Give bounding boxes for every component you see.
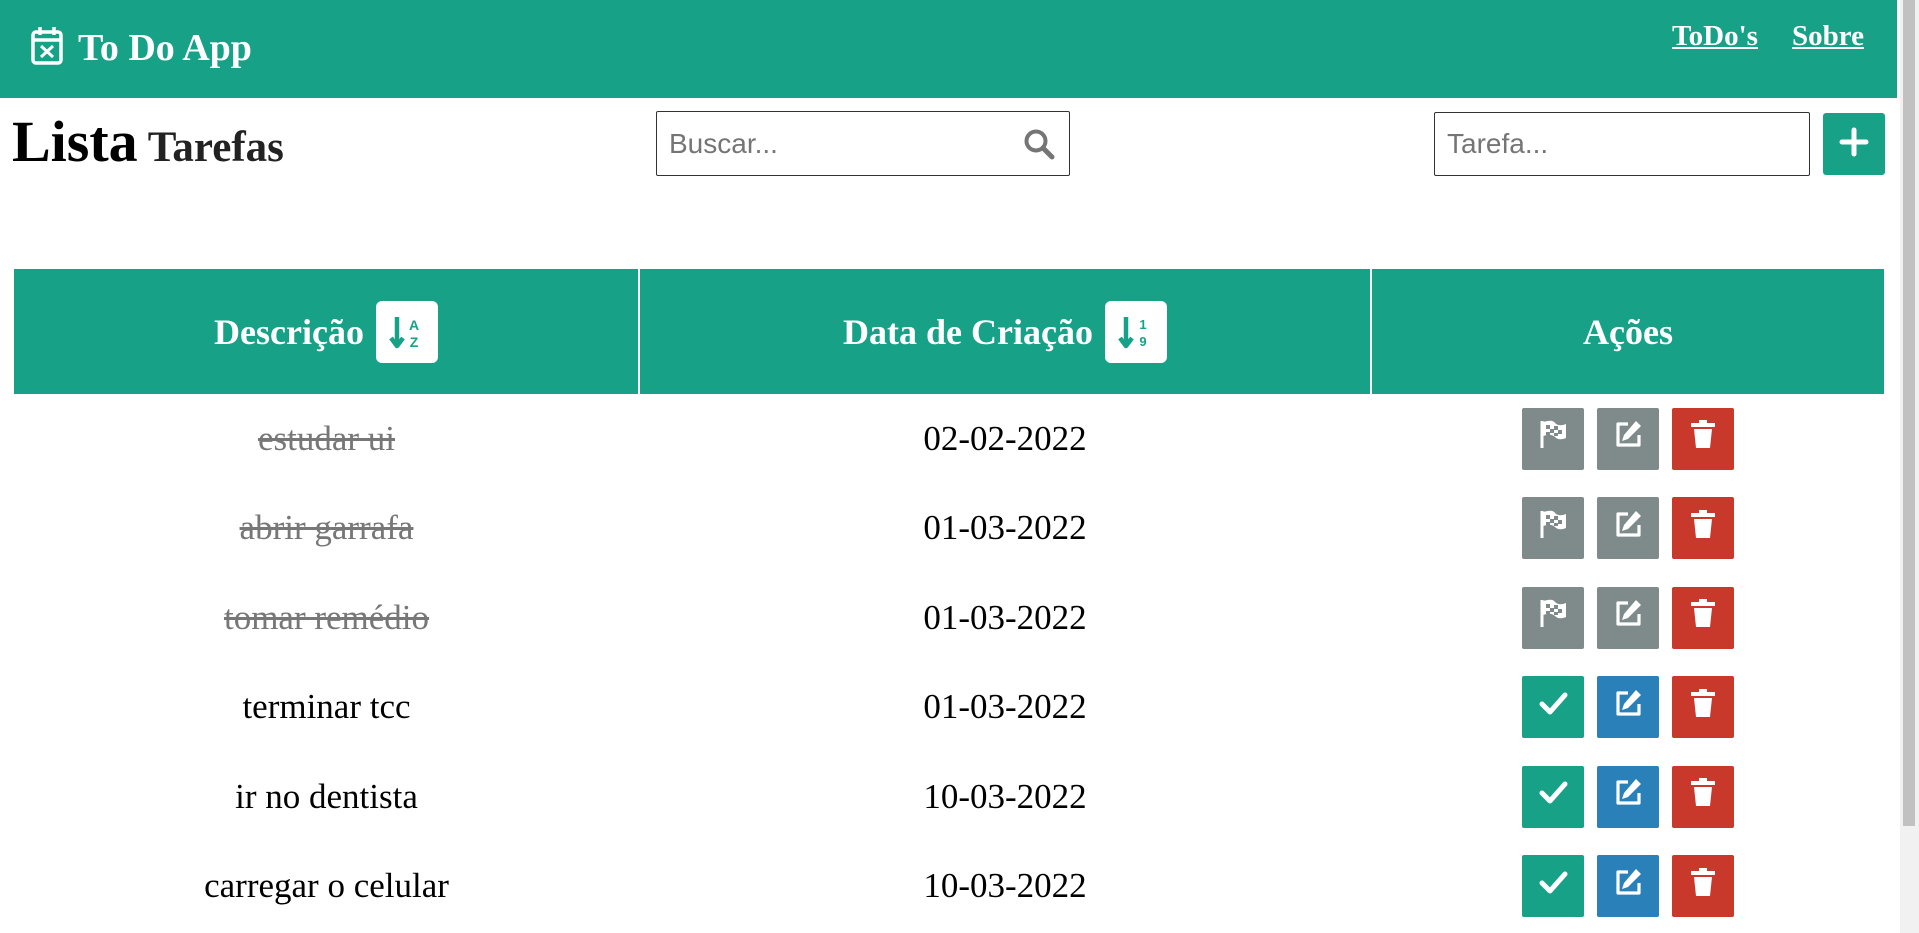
new-task-input[interactable] [1447, 113, 1777, 175]
delete-task-button[interactable] [1671, 497, 1734, 560]
table-row: estudar ui 02-02-2022 [14, 394, 1884, 484]
task-created-date: 01-03-2022 [923, 687, 1087, 727]
task-created-date: 01-03-2022 [923, 508, 1087, 548]
delete-task-button[interactable] [1671, 676, 1734, 739]
table-row: ir no dentista 10-03-2022 [14, 752, 1884, 842]
table-row: abrir garrafa 01-03-2022 [14, 484, 1884, 574]
sort-description-button[interactable]: A Z [375, 300, 438, 363]
table-row: terminar tcc 01-03-2022 [14, 663, 1884, 753]
task-description: abrir garrafa [239, 508, 414, 548]
page-title: Lista Tarefas [12, 108, 284, 175]
search-icon[interactable] [1023, 128, 1055, 165]
delete-task-button[interactable] [1671, 855, 1734, 918]
checkered-flag-icon [1537, 508, 1569, 549]
checkered-flag-icon [1537, 418, 1569, 459]
task-created-date: 01-03-2022 [923, 597, 1087, 637]
page-title-main: Lista [12, 109, 138, 174]
nav-link-todos[interactable]: ToDo's [1672, 20, 1758, 53]
reopen-task-button[interactable] [1521, 497, 1584, 560]
task-table: Descrição A Z Data de Criação 1 9 Ações … [14, 269, 1884, 931]
task-created-date: 10-03-2022 [923, 866, 1087, 906]
edit-icon [1612, 687, 1644, 728]
task-description: terminar tcc [242, 687, 411, 727]
task-table-body: estudar ui 02-02-2022 abrir garrafa 01-03-2… [14, 394, 1884, 931]
complete-task-button[interactable] [1521, 855, 1584, 918]
delete-task-button[interactable] [1671, 586, 1734, 649]
trash-icon [1687, 866, 1719, 907]
nav-link-sobre[interactable]: Sobre [1792, 20, 1864, 53]
scrollbar-thumb[interactable] [1903, 0, 1915, 826]
task-description: carregar o celular [204, 866, 449, 906]
column-header-actions: Ações [1370, 269, 1884, 394]
reopen-task-button[interactable] [1521, 407, 1584, 470]
check-icon [1537, 866, 1569, 907]
plus-icon [1839, 127, 1869, 162]
edit-icon [1612, 508, 1644, 549]
column-header-created: Data de Criação 1 9 [638, 269, 1371, 394]
column-label-description: Descrição [214, 311, 364, 352]
add-task-button[interactable] [1823, 113, 1885, 175]
sort-alpha-down-icon: A Z [389, 316, 419, 350]
svg-text:Z: Z [410, 334, 419, 350]
trash-icon [1687, 418, 1719, 459]
calendar-x-icon [30, 26, 64, 71]
task-actions [1371, 484, 1884, 574]
scrollbar[interactable] [1900, 0, 1919, 933]
task-created-date: 10-03-2022 [923, 776, 1087, 816]
sort-date-button[interactable]: 1 9 [1104, 300, 1167, 363]
reopen-task-button[interactable] [1521, 586, 1584, 649]
brand[interactable]: To Do App [30, 22, 252, 74]
delete-task-button[interactable] [1671, 407, 1734, 470]
svg-text:9: 9 [1139, 334, 1146, 349]
edit-task-button[interactable] [1596, 855, 1659, 918]
edit-task-button[interactable] [1596, 586, 1659, 649]
column-label-created: Data de Criação [843, 311, 1093, 352]
edit-task-button[interactable] [1596, 407, 1659, 470]
task-description: estudar ui [257, 418, 396, 458]
complete-task-button[interactable] [1521, 765, 1584, 828]
svg-text:A: A [409, 317, 419, 333]
trash-icon [1687, 776, 1719, 817]
table-header-row: Descrição A Z Data de Criação 1 9 Ações [14, 269, 1884, 394]
complete-task-button[interactable] [1521, 676, 1584, 739]
app-title: To Do App [78, 27, 252, 69]
new-task-field [1434, 112, 1810, 176]
task-actions [1371, 752, 1884, 842]
sort-numeric-down-icon: 1 9 [1118, 316, 1147, 349]
edit-icon [1612, 597, 1644, 638]
column-label-actions: Ações [1583, 311, 1673, 352]
edit-icon [1612, 418, 1644, 459]
check-icon [1537, 687, 1569, 728]
trash-icon [1687, 597, 1719, 638]
search-field [656, 111, 1070, 176]
edit-task-button[interactable] [1596, 765, 1659, 828]
delete-task-button[interactable] [1671, 765, 1734, 828]
task-actions [1371, 842, 1884, 932]
edit-task-button[interactable] [1596, 497, 1659, 560]
task-actions [1371, 573, 1884, 663]
table-row: carregar o celular 10-03-2022 [14, 842, 1884, 932]
task-created-date: 02-02-2022 [923, 418, 1087, 458]
search-input[interactable] [669, 112, 999, 175]
task-actions [1371, 663, 1884, 753]
task-actions [1371, 394, 1884, 484]
edit-icon [1612, 866, 1644, 907]
svg-text:1: 1 [1139, 317, 1146, 332]
trash-icon [1687, 508, 1719, 549]
table-row: tomar remédio 01-03-2022 [14, 573, 1884, 663]
page-title-sub: Tarefas [147, 124, 284, 171]
checkered-flag-icon [1537, 597, 1569, 638]
task-description: ir no dentista [235, 776, 418, 816]
column-header-description: Descrição A Z [14, 269, 639, 394]
edit-task-button[interactable] [1596, 676, 1659, 739]
navbar: To Do App ToDo's Sobre [0, 0, 1897, 98]
edit-icon [1612, 776, 1644, 817]
check-icon [1537, 776, 1569, 817]
task-description: tomar remédio [223, 597, 430, 637]
trash-icon [1687, 687, 1719, 728]
